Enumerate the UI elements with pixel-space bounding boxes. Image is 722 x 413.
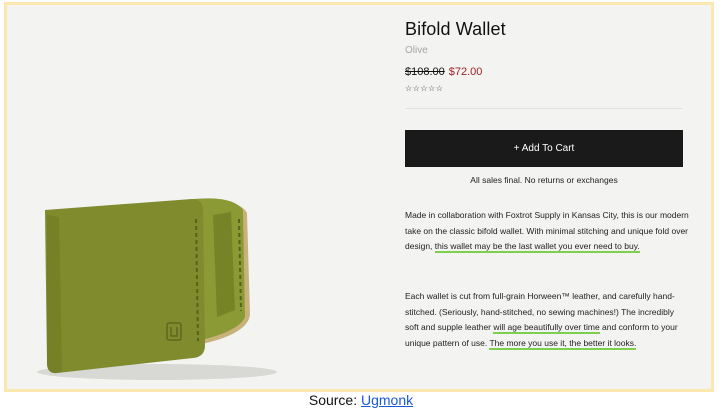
description-paragraph-1: Made in collaboration with Foxtrot Suppl… <box>405 208 690 255</box>
price-row: $108.00 $72.00 <box>405 66 482 78</box>
sale-price: $72.00 <box>448 66 483 78</box>
wallet-front-panel <box>45 199 205 374</box>
source-link[interactable]: Ugmonk <box>361 392 413 408</box>
product-variant: Olive <box>405 45 428 56</box>
sales-note: All sales final. No returns or exchanges <box>470 175 618 185</box>
original-price: $108.00 <box>405 66 445 78</box>
highlighted-text: this wallet may be the last wallet you e… <box>434 241 640 253</box>
highlighted-text: will age beautifully over time <box>493 322 600 334</box>
wallet-product-image <box>37 198 277 380</box>
product-title: Bifold Wallet <box>405 19 506 39</box>
screenshot-frame: Bifold Wallet Olive $108.00 $72.00 ☆☆☆☆☆ … <box>4 2 714 392</box>
source-prefix: Source: <box>308 392 361 408</box>
description-paragraph-2: Each wallet is cut from full-grain Horwe… <box>405 289 690 351</box>
source-caption: Source: Ugmonk <box>0 392 722 408</box>
add-to-cart-button[interactable]: + Add To Cart <box>405 130 683 167</box>
rating-stars-icon[interactable]: ☆☆☆☆☆ <box>405 84 443 93</box>
highlighted-text: The more you use it, the better it looks… <box>489 337 637 350</box>
divider <box>405 108 683 109</box>
